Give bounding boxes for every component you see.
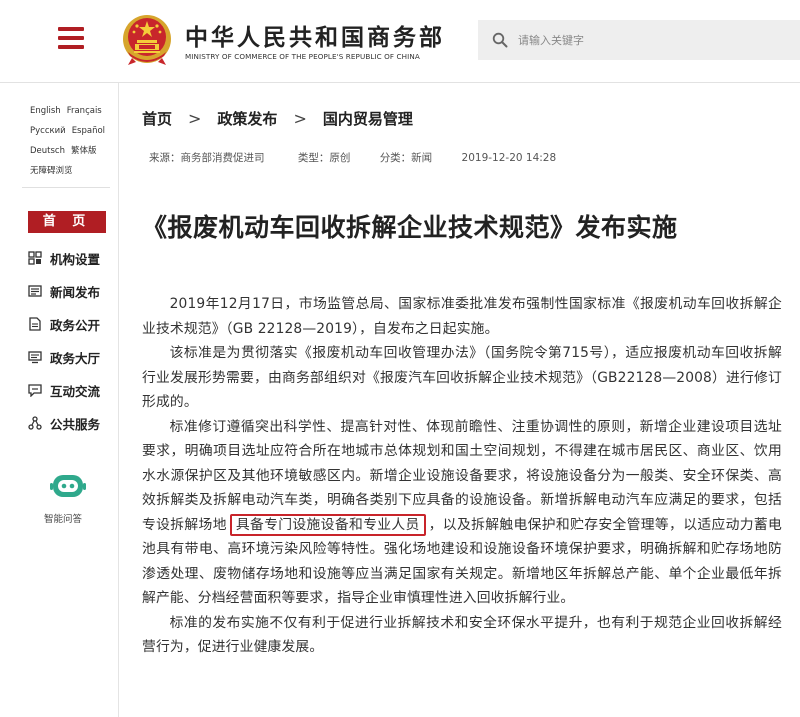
site-title: 中华人民共和国商务部 xyxy=(185,25,445,51)
search-icon[interactable] xyxy=(492,32,508,48)
lang-german-link[interactable]: Deutsch xyxy=(30,141,65,161)
document-icon xyxy=(29,317,41,331)
sidebar-item-label: 机构设置 xyxy=(50,251,101,267)
article-paragraph-4: 标准的发布实施不仅有利于促进行业拆解技术和安全环保水平提升，也有利于规范企业回收… xyxy=(142,614,782,656)
sidebar-item-label: 政务大厅 xyxy=(50,350,101,366)
chevron-right-icon: > xyxy=(188,108,202,128)
lang-traditional-chinese-link[interactable]: 繁体版 xyxy=(71,141,97,161)
service-hall-icon xyxy=(28,351,42,364)
robot-assistant-icon[interactable] xyxy=(50,471,86,501)
sidebar-item-label: 公共服务 xyxy=(50,416,101,432)
article-title: 《报废机动车回收拆解企业技术规范》发布实施 xyxy=(142,213,678,242)
site-subtitle: MINISTRY OF COMMERCE OF THE PEOPLE'S REP… xyxy=(185,52,420,61)
lang-russian-link[interactable]: Русский xyxy=(30,121,66,141)
article-paragraph-3: 标准修订遵循突出科学性、提高针对性、体现前瞻性、注重协调性的原则，新增企业建设项… xyxy=(142,415,782,611)
article-paragraph-1: 2019年12月17日，市场监管总局、国家标准委批准发布强制性国家标准《报废机动… xyxy=(142,296,782,337)
breadcrumb-home[interactable]: 首页 xyxy=(142,108,172,129)
national-emblem-icon xyxy=(123,15,171,65)
sidebar-divider xyxy=(22,187,110,188)
sidebar-item-public-affairs[interactable]: 政务公开 xyxy=(28,314,100,334)
breadcrumb-domestic-trade[interactable]: 国内贸易管理 xyxy=(323,108,413,129)
smart-qa-label[interactable]: 智能问答 xyxy=(44,511,82,525)
article-paragraph-2: 该标准是为贯彻落实《报废机动车回收管理办法》（国务院令第715号），适应报废机动… xyxy=(142,345,782,410)
org-structure-icon xyxy=(28,251,42,265)
breadcrumb-policy[interactable]: 政策发布 xyxy=(217,108,277,129)
search-input[interactable] xyxy=(518,28,788,52)
article-meta: 来源：商务部消费促进司 类型：原创 分类：新闻 2019-12-20 14:28 xyxy=(149,150,556,165)
sidebar-item-service-hall[interactable]: 政务大厅 xyxy=(28,347,100,367)
site-header: 中华人民共和国商务部 MINISTRY OF COMMERCE OF THE P… xyxy=(0,0,800,83)
meta-category: 分类：新闻 xyxy=(379,152,433,164)
meta-source: 来源：商务部消费促进司 xyxy=(149,152,265,164)
lang-english-link[interactable]: English xyxy=(30,101,61,121)
lang-spanish-link[interactable]: Español xyxy=(72,121,105,141)
lang-french-link[interactable]: Français xyxy=(67,101,102,121)
chevron-right-icon: > xyxy=(293,108,307,128)
search-box xyxy=(478,20,800,60)
language-links: English Français Русский Español Deutsch… xyxy=(30,101,115,181)
hamburger-menu-icon[interactable] xyxy=(58,26,84,50)
sidebar-item-organization[interactable]: 机构设置 xyxy=(28,248,100,268)
breadcrumb: 首页 > 政策发布 > 国内贸易管理 xyxy=(142,106,413,130)
sidebar-home-button[interactable]: 首 页 xyxy=(28,211,106,233)
sidebar-item-interaction[interactable]: 互动交流 xyxy=(28,380,100,400)
sidebar-item-label: 新闻发布 xyxy=(50,284,101,300)
article-body: 2019年12月17日，市场监管总局、国家标准委批准发布强制性国家标准《报废机动… xyxy=(142,292,782,660)
meta-date: 2019-12-20 14:28 xyxy=(461,152,557,164)
sidebar-item-public-service[interactable]: 公共服务 xyxy=(28,413,100,433)
sidebar-item-label: 政务公开 xyxy=(50,317,101,333)
sidebar: English Français Русский Español Deutsch… xyxy=(0,83,119,717)
public-service-icon xyxy=(28,416,42,430)
sidebar-item-news[interactable]: 新闻发布 xyxy=(28,281,100,301)
meta-type: 类型：原创 xyxy=(297,152,351,164)
news-icon xyxy=(28,285,42,297)
chat-icon xyxy=(28,384,42,397)
sidebar-item-label: 互动交流 xyxy=(50,383,101,399)
accessibility-link[interactable]: 无障碍浏览 xyxy=(30,161,73,181)
highlighted-text: 具备专门设施设备和专业人员 xyxy=(229,513,426,536)
